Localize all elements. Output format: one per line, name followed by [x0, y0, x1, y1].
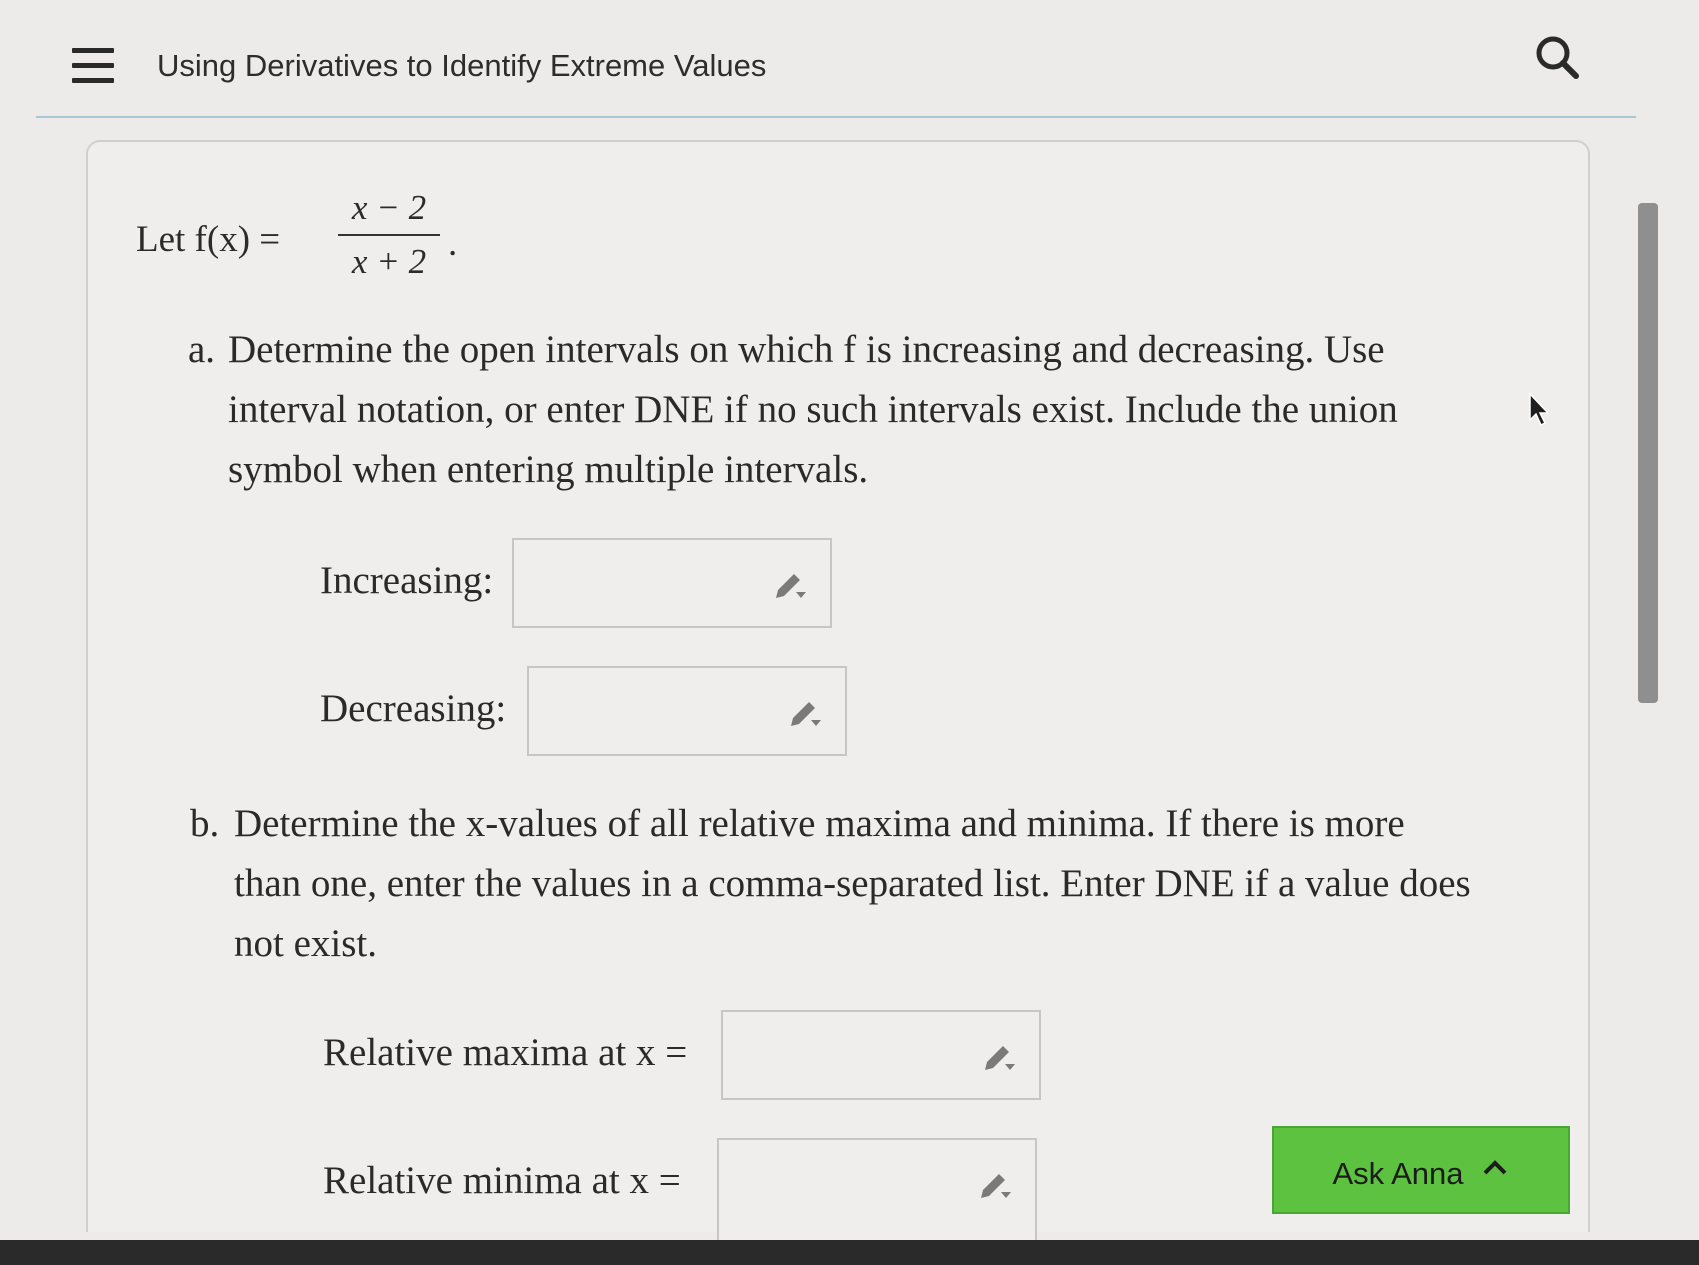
pencil-dropdown-icon[interactable]: [772, 566, 812, 604]
pencil-dropdown-icon[interactable]: [981, 1038, 1021, 1076]
search-icon[interactable]: [1532, 32, 1582, 82]
ask-anna-button[interactable]: Ask Anna: [1272, 1126, 1570, 1214]
part-b-text: Determine the x-values of all relative m…: [234, 794, 1534, 974]
part-a-line-3: symbol when entering multiple intervals.: [228, 448, 869, 491]
decreasing-input[interactable]: [527, 666, 847, 756]
minima-label: Relative minima at x =: [323, 1159, 681, 1202]
part-a-line-2: interval notation, or enter DNE if no su…: [228, 388, 1398, 431]
part-a-text: Determine the open intervals on which f …: [228, 320, 1528, 500]
part-b-line-1: Determine the x-values of all relative m…: [234, 802, 1405, 845]
fraction: x − 2 x + 2: [334, 188, 444, 282]
part-a-line-1: Determine the open intervals on which f …: [228, 328, 1385, 371]
ask-anna-label: Ask Anna: [1332, 1156, 1464, 1191]
increasing-input[interactable]: [512, 538, 832, 628]
increasing-label: Increasing:: [320, 559, 494, 602]
part-a-marker: a.: [188, 328, 216, 371]
chevron-up-icon: [1484, 1160, 1507, 1175]
period: .: [448, 223, 458, 264]
minima-input[interactable]: [717, 1138, 1037, 1240]
fraction-denominator: x + 2: [351, 242, 427, 281]
mouse-cursor-icon: [1529, 392, 1550, 427]
decreasing-label: Decreasing:: [320, 687, 507, 730]
header-divider: [36, 116, 1636, 118]
part-b-line-2: than one, enter the values in a comma-se…: [234, 862, 1471, 905]
scrollbar[interactable]: [1638, 203, 1658, 703]
pencil-dropdown-icon[interactable]: [977, 1166, 1017, 1204]
part-b-marker: b.: [190, 802, 220, 845]
fraction-bar: [338, 234, 440, 236]
maxima-input[interactable]: [721, 1010, 1041, 1100]
fraction-numerator: x − 2: [351, 188, 427, 227]
top-bar: Using Derivatives to Identify Extreme Va…: [0, 0, 1699, 120]
hamburger-menu-icon[interactable]: [72, 48, 114, 86]
bottom-edge: [0, 1240, 1699, 1265]
maxima-label: Relative maxima at x =: [323, 1031, 688, 1074]
part-b-line-3: not exist.: [234, 922, 377, 965]
pencil-dropdown-icon[interactable]: [787, 694, 827, 732]
function-intro: Let f(x) =: [136, 219, 281, 260]
page-title: Using Derivatives to Identify Extreme Va…: [157, 48, 767, 83]
